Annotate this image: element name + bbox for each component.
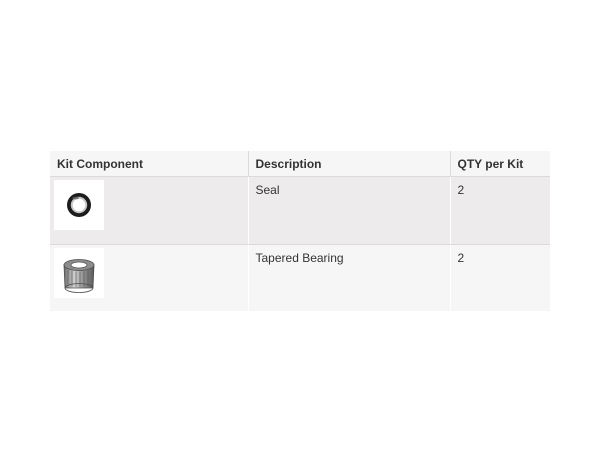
- description-cell: Tapered Bearing: [248, 244, 451, 311]
- kit-components-table: Kit Component Description QTY per Kit Se…: [50, 151, 550, 311]
- column-header-qty-per-kit: QTY per Kit: [450, 151, 550, 177]
- table-row: Seal 2: [50, 176, 550, 245]
- qty-cell: 2: [450, 176, 550, 245]
- table-header-row: Kit Component Description QTY per Kit: [50, 151, 550, 177]
- description-cell: Seal: [248, 176, 451, 245]
- component-image-cell: [50, 176, 249, 245]
- seal-icon[interactable]: [54, 180, 104, 230]
- component-image-cell: [50, 244, 249, 311]
- column-header-description: Description: [248, 151, 451, 177]
- tapered-bearing-icon[interactable]: [54, 248, 104, 298]
- qty-cell: 2: [450, 244, 550, 311]
- column-header-kit-component: Kit Component: [50, 151, 249, 177]
- table-row: Tapered Bearing 2: [50, 244, 550, 311]
